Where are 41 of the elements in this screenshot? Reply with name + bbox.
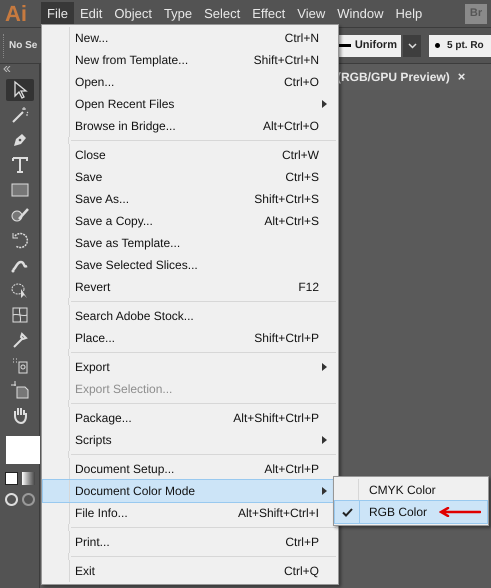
menu-item[interactable]: Help [389, 2, 428, 26]
fill-swatch[interactable] [6, 436, 40, 464]
brush-dropdown[interactable]: 5 pt. Ro [429, 34, 491, 56]
tool-button[interactable] [6, 79, 34, 101]
menu-item[interactable]: View [291, 2, 332, 26]
checkmark-icon [342, 508, 352, 516]
menu-entry[interactable]: Package... Alt+Shift+Ctrl+P [43, 407, 337, 429]
menu-entry[interactable]: Save a Copy... Alt+Ctrl+S [43, 210, 337, 232]
menu-item[interactable]: Edit [74, 2, 108, 26]
color-button[interactable] [4, 472, 18, 485]
artboard-icon [10, 380, 30, 400]
magic-wand-icon [10, 105, 30, 125]
menu-item[interactable]: File [41, 2, 74, 26]
collapse-icon[interactable] [3, 66, 11, 72]
menu-item[interactable]: Select [198, 2, 246, 26]
menu-entry[interactable]: Exit Ctrl+Q [43, 560, 337, 582]
menu-entry[interactable]: Save Ctrl+S [43, 166, 337, 188]
menu-entry[interactable]: Search Adobe Stock... [43, 305, 337, 327]
type-icon [10, 155, 30, 175]
close-button[interactable]: × [458, 67, 466, 87]
menu-item[interactable]: Effect [246, 2, 292, 26]
selection-status: No Se [9, 39, 38, 53]
menu-entry[interactable]: Save As... Shift+Ctrl+S [43, 188, 337, 210]
mesh-icon [10, 305, 30, 325]
gradient-button[interactable] [22, 472, 34, 485]
menu-item[interactable]: Window [331, 2, 390, 26]
menu-entry[interactable]: Close Ctrl+W [43, 144, 337, 166]
menu-entry[interactable]: Save as Template... [43, 232, 337, 254]
app-logo: Ai [5, 2, 28, 24]
menu-item[interactable]: Object [108, 2, 158, 26]
menu-entry[interactable]: Export [43, 356, 337, 378]
menu-entry[interactable]: RGB Color [335, 501, 487, 523]
chevron-down-icon [408, 42, 416, 48]
menu-item[interactable]: Type [158, 2, 198, 26]
menu-entry[interactable]: Save Selected Slices... [43, 254, 337, 276]
menu-entry[interactable]: Open Recent Files [43, 93, 337, 115]
menu-entry[interactable]: New... Ctrl+N [43, 27, 337, 49]
draw-mode-button[interactable] [22, 493, 34, 506]
rotate-icon [10, 230, 30, 250]
arrow-icon [439, 507, 482, 517]
dropdown-button[interactable] [403, 34, 421, 56]
